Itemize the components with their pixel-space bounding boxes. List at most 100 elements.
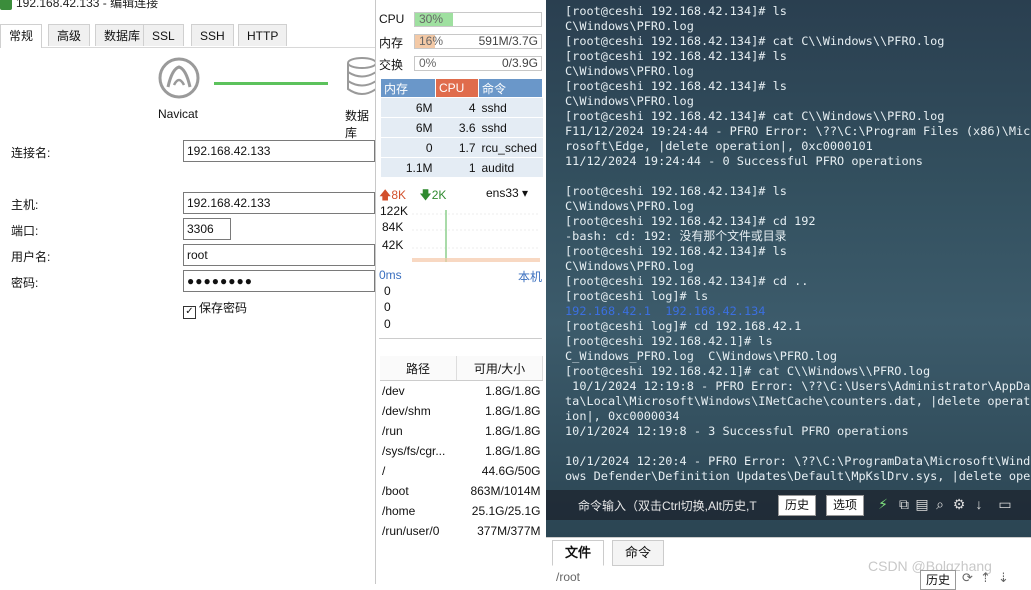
terminal-line: [root@ceshi 192.168.42.134]# cd 192 [565,214,816,228]
client-label: Navicat [158,107,199,121]
table-row[interactable]: 6M 4 sshd [380,97,543,118]
terminal-line: [root@ceshi log]# ls [565,289,709,303]
terminal-line: [root@ceshi 192.168.42.134]# ls [565,49,787,63]
table-row[interactable]: 1.1M 1 auditd [380,157,543,178]
table-row[interactable]: /sys/fs/cgr... 1.8G/1.8G [380,441,543,461]
table-row[interactable]: 0 1.7 rcu_sched [380,137,543,158]
disk-path: /run/user/0 [382,524,440,538]
disk-header-size[interactable]: 可用/大小 [456,356,543,381]
tab-general[interactable]: 常规 [0,24,43,48]
conn-name-input[interactable]: 192.168.42.133 [183,140,375,162]
table-row[interactable]: /home 25.1G/25.1G [380,501,543,521]
proc-cmd: sshd [478,97,543,118]
net-tick-label: 122K [380,204,409,218]
terminal-output: [root@ceshi 192.168.42.134]# ls C\Windows… [565,4,1031,484]
proc-cpu: 3.6 [435,117,479,138]
save-password-checkbox[interactable]: ✓ 保存密码 [183,299,247,319]
command-input-bar[interactable]: 命令输入（双击Ctrl切换,Alt历史,T 历史 选项 ⚡ ⧉ ▤ ⌕ ⚙ ↓ … [546,490,1031,520]
file-history-button[interactable]: 历史 [920,570,957,590]
tab-http[interactable]: HTTP [238,24,288,46]
options-button[interactable]: 选项 [826,495,865,516]
proc-cmd: auditd [478,157,543,178]
net-down-value: 2K [431,188,447,202]
disk-path: /dev/shm [382,404,431,418]
host-input[interactable]: 192.168.42.133 [183,192,375,214]
terminal-line: F11/12/2024 19:24:44 - PFRO Error: \??\C… [565,124,1031,138]
conn-name-label: 连接名: [11,146,51,160]
proc-cpu: 4 [435,97,479,118]
mem-label: 内存 [379,36,404,50]
tab-database[interactable]: 数据库 [95,24,150,46]
tab-ssl[interactable]: SSL [143,24,184,46]
disk-path: /sys/fs/cgr... [382,444,446,458]
mem-meter: 16% 591M/3.7G [414,34,542,49]
table-row[interactable]: /run 1.8G/1.8G [380,421,543,441]
copy-icon[interactable]: ⧉ [896,495,912,513]
host-label: 主机: [11,198,39,212]
tab-advanced[interactable]: 高级 [48,24,91,46]
terminal-line: [root@ceshi 192.168.42.134]# ls [565,79,787,93]
proc-mem: 6M [380,117,436,138]
table-row[interactable]: /boot 863M/1014M [380,481,543,501]
proc-header-mem[interactable]: 内存 [380,78,436,98]
disk-size: 863M/1014M [470,484,541,498]
swap-percent: 0% [419,56,437,70]
database-icon [347,57,375,95]
gear-icon[interactable]: ⚙ [951,495,967,513]
user-label: 用户名: [11,250,51,264]
upload-arrow-icon: 🡅 [379,188,392,202]
terminal-line: 10/1/2024 12:19:8 - 3 Successful PFRO op… [565,424,909,438]
download-arrow-icon: 🡇 [419,188,432,202]
tab-commands[interactable]: 命令 [612,540,665,566]
terminal-line: 11/12/2024 19:24:44 - 0 Successful PFRO … [565,154,923,168]
path-input[interactable]: /root [556,570,580,584]
terminal-line: C\Windows\PFRO.log [565,19,694,33]
port-input[interactable]: 3306 [183,218,231,240]
swap-amount: 0/3.9G [501,56,538,70]
net-interface-select[interactable]: ens33 ▾ [486,186,528,200]
terminal-line: [root@ceshi 192.168.42.1]# ls [565,334,773,348]
password-input[interactable]: ●●●●●●●● [183,270,375,292]
table-row[interactable]: / 44.6G/50G [380,461,543,481]
proc-header-cpu[interactable]: CPU [435,78,479,98]
terminal-line: 10/1/2024 12:19:8 - PFRO Error: \??\C:\U… [565,379,1031,393]
disk-size: 1.8G/1.8G [485,444,541,458]
user-input[interactable]: root [183,244,375,266]
lightning-icon[interactable]: ⚡ [875,495,891,513]
table-row[interactable]: /dev/shm 1.8G/1.8G [380,401,543,421]
table-row[interactable]: /dev 1.8G/1.8G [380,381,543,402]
window-icon[interactable]: ▭ [990,495,1020,513]
latency-host-link[interactable]: 本机 [518,268,542,285]
cpu-label: CPU [379,12,405,26]
net-tick-label: 84K [382,220,404,234]
terminal-pane[interactable]: [root@ceshi 192.168.42.134]# ls C\Windows… [546,0,1031,537]
proc-header-cmd[interactable]: 命令 [478,78,543,98]
disk-path: / [382,464,386,478]
latency-row: 0 [384,284,391,298]
proc-cmd: sshd [478,117,543,138]
table-row[interactable]: 6M 3.6 sshd [380,117,543,138]
latency-row: 0 [384,317,391,331]
disk-size: 44.6G/50G [481,464,541,478]
terminal-line: [root@ceshi 192.168.42.134]# cat C\\Wind… [565,109,945,123]
clipboard-icon[interactable]: ▤ [914,495,930,513]
search-icon[interactable]: ⌕ [932,495,948,513]
history-button[interactable]: 历史 [778,495,817,516]
window-title-text: 192.168.42.133 - 编辑连接 [16,0,159,10]
terminal-line: ows Defender\Definition Updates\Default\… [565,469,1031,483]
chevron-down-icon: ▾ [522,186,529,200]
net-tick-label: 42K [382,238,404,252]
disk-path: /dev [382,384,405,398]
command-input-placeholder[interactable]: 命令输入（双击Ctrl切换,Alt历史,T [578,497,757,514]
table-row[interactable]: /run/user/0 377M/377M [380,521,543,541]
download-icon[interactable]: ↓ [971,495,987,513]
connection-graphic: Navicat 数据库 [158,57,375,140]
proc-mem: 6M [380,97,436,118]
disk-path: /boot [382,484,409,498]
tab-ssh[interactable]: SSH [191,24,234,46]
disk-header-path[interactable]: 路径 [380,356,457,381]
tab-files[interactable]: 文件 [552,540,605,566]
disk-size: 1.8G/1.8G [485,384,541,398]
terminal-line: rosoft\Edge, |delete operation|, 0xc0000… [565,139,873,153]
